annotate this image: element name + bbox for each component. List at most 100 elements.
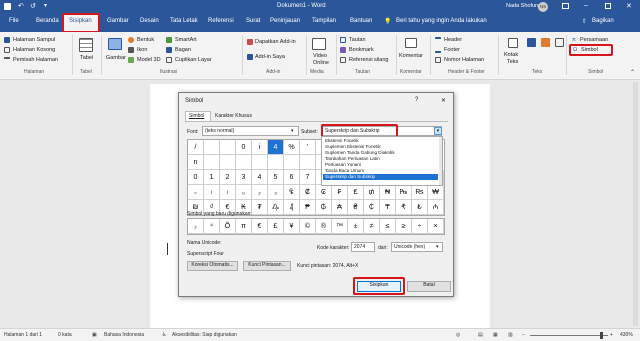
recent-symbol-cell[interactable]: ® <box>316 219 332 234</box>
symbol-cell[interactable]: ₰ <box>284 200 300 215</box>
symbol-cell[interactable]: ₼ <box>428 200 444 215</box>
recent-symbol-cell[interactable]: ≠ <box>364 219 380 234</box>
my-addins-button[interactable]: Add-in Saya <box>255 54 285 60</box>
wordart-icon[interactable] <box>541 38 550 47</box>
symbol-cell[interactable]: ' <box>300 140 316 155</box>
proofing-icon[interactable]: ▣ <box>92 332 97 338</box>
tab-referensi[interactable]: Referensi <box>208 18 234 24</box>
symbol-cell[interactable]: 3 <box>236 170 252 185</box>
save-icon[interactable] <box>4 3 11 10</box>
zoom-slider[interactable] <box>530 335 608 336</box>
tab-karakter-khusus[interactable]: Karakter Khusus <box>215 113 252 119</box>
word-count[interactable]: 0 kata <box>58 332 72 338</box>
smartart-button[interactable]: SmartArt <box>175 37 197 43</box>
symbol-cell[interactable]: 0 <box>188 170 204 185</box>
symbol-cell[interactable] <box>284 155 300 170</box>
help-button[interactable]: ? <box>415 97 418 103</box>
print-layout-icon[interactable]: ▦ <box>493 332 498 338</box>
cancel-button[interactable]: Batal <box>407 281 451 292</box>
symbol-cell[interactable]: ₤ <box>348 185 364 200</box>
quick-parts-icon[interactable] <box>527 38 536 47</box>
3d-model-button[interactable]: Model 3D <box>137 57 161 63</box>
recent-symbol-cell[interactable]: © <box>300 219 316 234</box>
symbol-cell[interactable]: ₥ <box>364 185 380 200</box>
recent-symbol-cell[interactable]: ₂ <box>188 219 204 234</box>
zoom-slider-thumb[interactable] <box>600 332 603 339</box>
tab-tata-letak[interactable]: Tata Letak <box>170 18 198 24</box>
tab-peninjauan[interactable]: Peninjauan <box>270 18 300 24</box>
page-count[interactable]: Halaman 1 dari 1 <box>4 332 42 338</box>
dialog-close-button[interactable]: ✕ <box>441 97 446 104</box>
avatar[interactable]: NS <box>538 2 548 12</box>
redo-icon[interactable]: ↺ <box>30 2 36 10</box>
accessibility-status[interactable]: Aksesibilitas: Siap digunakan <box>172 332 237 338</box>
get-addins-button[interactable]: Dapatkan Add-in <box>255 39 296 45</box>
close-window-icon[interactable]: ✕ <box>626 2 632 10</box>
blank-page-button[interactable]: Halaman Kosong <box>13 47 55 53</box>
charcode-input[interactable]: 2074 <box>351 242 375 252</box>
web-layout-icon[interactable]: ▥ <box>508 332 513 338</box>
symbol-cell[interactable]: 2 <box>220 170 236 185</box>
recent-symbol-cell[interactable]: ≥ <box>396 219 412 234</box>
link-button[interactable]: Tautan <box>349 37 366 43</box>
symbol-cell[interactable] <box>300 155 316 170</box>
recent-symbol-cell[interactable]: ÷ <box>412 219 428 234</box>
symbol-cell[interactable]: ₨ <box>412 185 428 200</box>
recent-symbol-cell[interactable]: Õ <box>220 219 236 234</box>
symbol-cell[interactable]: n <box>188 155 204 170</box>
symbol-cell[interactable]: ₠ <box>284 185 300 200</box>
collapse-ribbon-icon[interactable]: ⌃ <box>630 69 635 76</box>
symbol-cell[interactable]: ₲ <box>316 200 332 215</box>
zoom-out-icon[interactable]: − <box>522 332 525 338</box>
shapes-button[interactable]: Bentuk <box>137 37 154 43</box>
ribbon-display-icon[interactable] <box>562 3 569 9</box>
symbol-cell[interactable] <box>268 155 284 170</box>
focus-icon[interactable]: ◎ <box>456 332 460 338</box>
symbol-cell[interactable]: ₯ <box>268 200 284 215</box>
tab-gambar[interactable]: Gambar <box>107 18 129 24</box>
recent-symbol-cell[interactable]: ± <box>348 219 364 234</box>
symbol-cell[interactable]: i <box>252 140 268 155</box>
zoom-in-icon[interactable]: + <box>610 332 613 338</box>
symbol-cell[interactable]: ₂ <box>252 185 268 200</box>
tab-simbol[interactable]: Simbol <box>189 113 204 119</box>
footer-button[interactable]: Footer <box>444 47 460 53</box>
icons-button[interactable]: Ikon <box>137 47 147 53</box>
symbol-cell[interactable] <box>252 155 268 170</box>
online-video-button[interactable]: Video <box>313 53 327 59</box>
symbol-cell[interactable]: / <box>188 140 204 155</box>
symbol-cell[interactable]: ₴ <box>348 200 364 215</box>
tab-bantuan[interactable]: Bantuan <box>350 18 372 24</box>
subset-option-selected[interactable]: Superskrip dan Subskrip <box>323 174 438 180</box>
equation-button[interactable]: Persamaan <box>580 37 608 43</box>
textbox-button[interactable]: Kotak <box>504 52 518 58</box>
symbol-cell[interactable]: ₮ <box>252 200 268 215</box>
symbol-cell[interactable]: ₧ <box>396 185 412 200</box>
recent-symbol-cell[interactable]: £ <box>268 219 284 234</box>
symbol-cell[interactable]: 7 <box>300 170 316 185</box>
tab-surat[interactable]: Surat <box>246 18 260 24</box>
symbol-cell[interactable]: ₩ <box>428 185 444 200</box>
from-select[interactable]: Unicode (hex) ▾ <box>391 242 443 252</box>
symbol-cell[interactable]: ₺ <box>412 200 428 215</box>
symbol-cell[interactable]: 4 <box>252 170 268 185</box>
symbol-cell[interactable]: ₍ <box>204 185 220 200</box>
subset-dropdown-icon[interactable]: ▾ <box>434 127 442 135</box>
symbol-cell[interactable] <box>204 155 220 170</box>
bookmark-button[interactable]: Bookmark <box>349 47 374 53</box>
screenshot-button[interactable]: Cuplikan Layar <box>175 57 212 63</box>
shortcut-key-button[interactable]: Kunci Pintasan... <box>243 261 291 271</box>
vertical-scrollbar[interactable] <box>633 82 638 326</box>
symbol-cell[interactable]: ₦ <box>380 185 396 200</box>
symbol-cell[interactable]: ₣ <box>332 185 348 200</box>
symbol-cell[interactable]: % <box>284 140 300 155</box>
symbol-cell[interactable] <box>220 155 236 170</box>
symbol-cell[interactable] <box>204 140 220 155</box>
read-mode-icon[interactable]: ▤ <box>478 332 483 338</box>
maximize-icon[interactable] <box>605 3 611 9</box>
symbol-cell[interactable]: 0 <box>236 140 252 155</box>
header-button[interactable]: Header <box>444 37 462 43</box>
undo-icon[interactable]: ↶ <box>18 2 24 10</box>
tab-desain[interactable]: Desain <box>140 18 159 24</box>
symbol-cell[interactable] <box>220 140 236 155</box>
